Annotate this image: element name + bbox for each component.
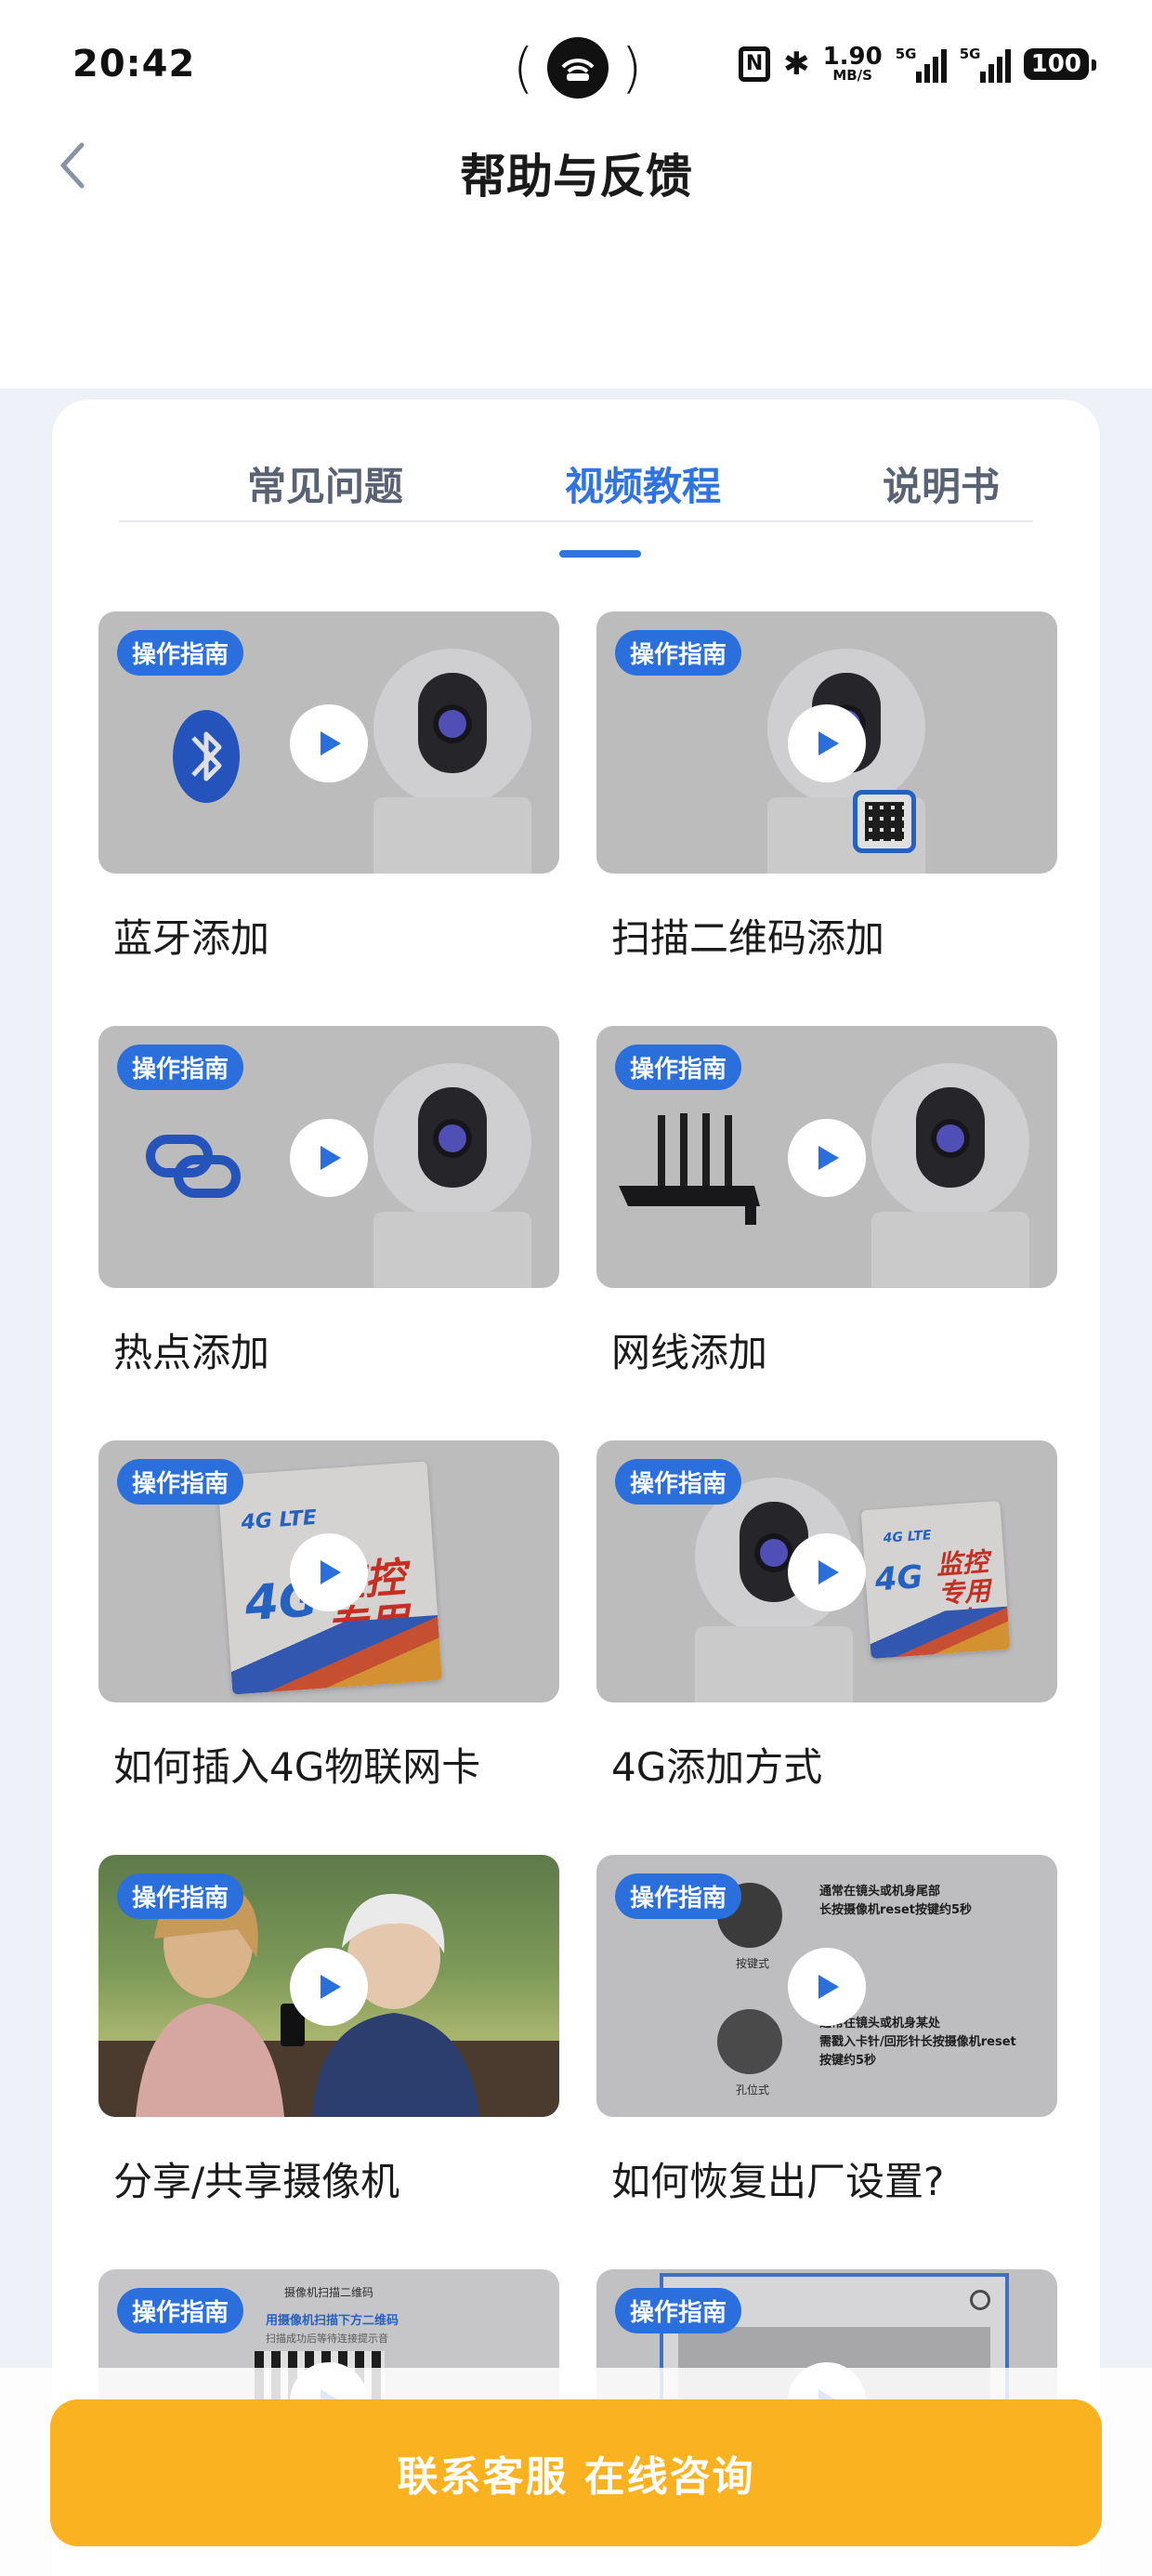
guide-badge: 操作指南	[117, 630, 244, 676]
video-title: 如何恢复出厂设置?	[611, 2159, 945, 2204]
hotspot-icon	[546, 37, 609, 99]
video-title: 扫描二维码添加	[611, 915, 885, 961]
video-title: 分享/共享摄像机	[113, 2159, 400, 2204]
video-item[interactable]: 4G LTE 4G 监控专用卡 操作指南 4G添加方式	[596, 1440, 1057, 1793]
active-tab-indicator	[559, 550, 641, 558]
video-item[interactable]: 4G LTE 4G 监控专用卡 操作指南 如何插入4G物联网卡	[98, 1440, 559, 1793]
tab-faq[interactable]: 常见问题	[247, 455, 403, 512]
paren-left-icon: (	[513, 36, 534, 99]
content-card: 常见问题 视频教程 说明书 操作指南 蓝牙添加 操作指南 扫描二维码添加 操作指…	[52, 400, 1100, 2576]
guide-badge: 操作指南	[615, 1459, 742, 1505]
play-icon[interactable]	[788, 1533, 866, 1611]
video-item[interactable]: 操作指南 扫描二维码添加	[596, 611, 1057, 964]
video-thumbnail: 按键式 通常在镜头或机身尾部 长按摄像机reset按键约5秒 孔位式 通常在镜头…	[596, 1855, 1057, 2117]
tab-manual[interactable]: 说明书	[883, 455, 1000, 512]
hotspot-indicator: ( )	[513, 35, 642, 100]
guide-badge: 操作指南	[117, 1045, 244, 1090]
tab-bar: 常见问题 视频教程 说明书	[119, 455, 1033, 522]
battery-icon: 100	[1023, 47, 1097, 80]
bluetooth-status-icon: ✱	[783, 45, 810, 83]
video-title: 网线添加	[611, 1330, 768, 1375]
network-speed: 1.90 MB/S	[822, 43, 883, 84]
video-thumbnail: 操作指南	[596, 611, 1057, 874]
guide-badge: 操作指南	[615, 630, 742, 676]
status-time: 20:42	[72, 43, 196, 85]
video-item[interactable]: 操作指南 热点添加	[98, 1026, 559, 1378]
play-icon[interactable]	[290, 704, 368, 782]
play-icon[interactable]	[788, 1948, 866, 2026]
guide-badge: 操作指南	[117, 1459, 244, 1505]
video-title: 热点添加	[113, 1330, 270, 1375]
guide-badge: 操作指南	[615, 1873, 742, 1919]
guide-badge: 操作指南	[615, 1045, 742, 1090]
guide-badge: 操作指南	[117, 1873, 244, 1919]
paren-right-icon: )	[621, 36, 643, 99]
play-icon[interactable]	[788, 1119, 866, 1197]
status-bar: 20:42 ( ) N ✱ 1.90 MB/S 5G 5G 100	[0, 0, 1152, 130]
status-icons: N ✱ 1.90 MB/S 5G 5G 100	[739, 43, 1097, 84]
video-title: 如何插入4G物联网卡	[113, 1744, 481, 1790]
video-item[interactable]: 操作指南 蓝牙添加	[98, 611, 559, 964]
video-item[interactable]: 操作指南 分享/共享摄像机	[98, 1855, 559, 2207]
video-thumbnail: 操作指南	[98, 1855, 559, 2117]
play-icon[interactable]	[290, 1533, 368, 1611]
video-thumbnail: 操作指南	[98, 611, 559, 874]
tab-video-tutorials[interactable]: 视频教程	[565, 455, 721, 512]
video-thumbnail: 4G LTE 4G 监控专用卡 操作指南	[98, 1440, 559, 1702]
play-icon[interactable]	[290, 1948, 368, 2026]
video-thumbnail: 操作指南	[596, 1026, 1057, 1288]
video-title: 蓝牙添加	[113, 915, 270, 961]
video-thumbnail: 4G LTE 4G 监控专用卡 操作指南	[596, 1440, 1057, 1702]
guide-badge: 操作指南	[117, 2288, 244, 2333]
page-title: 帮助与反馈	[460, 150, 692, 204]
video-title: 4G添加方式	[611, 1744, 823, 1790]
video-thumbnail: 操作指南	[98, 1026, 559, 1288]
guide-badge: 操作指南	[615, 2288, 742, 2333]
video-item[interactable]: 操作指南 网线添加	[596, 1026, 1057, 1378]
signal-icon: 5G	[896, 46, 947, 83]
nfc-icon: N	[739, 46, 771, 82]
play-icon[interactable]	[290, 1119, 368, 1197]
play-icon[interactable]	[788, 704, 866, 782]
contact-support-button[interactable]: 联系客服 在线咨询	[50, 2399, 1102, 2546]
signal-icon-2: 5G	[960, 46, 1011, 83]
video-item[interactable]: 按键式 通常在镜头或机身尾部 长按摄像机reset按键约5秒 孔位式 通常在镜头…	[596, 1855, 1057, 2207]
